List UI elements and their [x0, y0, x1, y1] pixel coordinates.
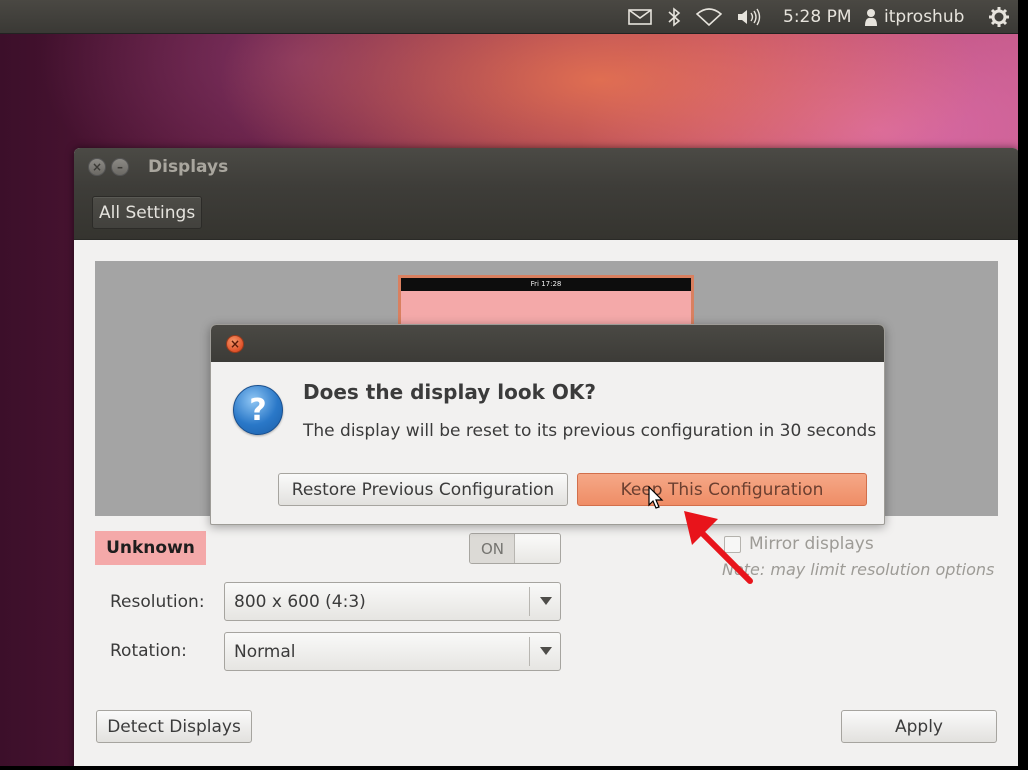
toggle-knob[interactable]: [514, 534, 560, 563]
resolution-value: 800 x 600 (4:3): [234, 591, 366, 612]
user-name: itproshub: [884, 7, 965, 27]
user-icon: [864, 8, 878, 26]
user-menu[interactable]: itproshub: [864, 0, 964, 34]
chevron-down-icon: [540, 597, 552, 605]
minimize-icon[interactable]: –: [111, 158, 129, 176]
rotation-label: Rotation:: [110, 641, 187, 661]
rotation-value: Normal: [234, 641, 296, 662]
question-icon: ?: [233, 385, 283, 435]
restore-previous-configuration-button[interactable]: Restore Previous Configuration: [278, 473, 568, 506]
mail-icon[interactable]: [628, 0, 652, 34]
mouse-cursor-icon: [648, 485, 664, 514]
combo-separator: [529, 587, 530, 616]
toggle-label: ON: [470, 534, 515, 563]
window-titlebar[interactable]: × – Displays: [74, 148, 1019, 186]
volume-icon[interactable]: [736, 0, 762, 34]
keep-this-configuration-button[interactable]: Keep This Configuration: [577, 473, 867, 506]
confirm-display-dialog: × ? Does the display look OK? The displa…: [210, 324, 885, 525]
resolution-label: Resolution:: [110, 592, 205, 612]
dialog-message: The display will be reset to its previou…: [303, 421, 877, 441]
clock[interactable]: 5:28 PM: [783, 0, 852, 34]
mirror-note: Note: may limit resolution options: [722, 560, 995, 579]
dialog-titlebar[interactable]: ×: [211, 325, 884, 362]
all-settings-button[interactable]: All Settings: [92, 196, 203, 229]
output-name-label: Unknown: [95, 531, 206, 565]
close-icon[interactable]: ×: [226, 335, 244, 353]
annotation-arrow-icon: [678, 505, 758, 591]
monitor-clock: Fri 17:28: [401, 278, 691, 291]
resolution-select[interactable]: 800 x 600 (4:3): [224, 582, 561, 621]
dialog-heading: Does the display look OK?: [303, 380, 596, 404]
combo-separator: [529, 637, 530, 666]
chevron-down-icon: [540, 647, 552, 655]
top-panel: 5:28 PM itproshub: [0, 0, 1018, 34]
gear-icon[interactable]: [988, 0, 1010, 34]
wifi-icon[interactable]: [696, 0, 722, 34]
close-icon[interactable]: ×: [88, 158, 106, 176]
desktop: 5:28 PM itproshub × – Displays All Setti…: [0, 0, 1028, 770]
bluetooth-icon[interactable]: [667, 0, 681, 34]
display-on-toggle[interactable]: ON: [469, 533, 561, 564]
rotation-select[interactable]: Normal: [224, 632, 561, 671]
detect-displays-button[interactable]: Detect Displays: [96, 710, 252, 743]
mirror-label: Mirror displays: [749, 534, 874, 554]
window-title: Displays: [148, 157, 229, 177]
apply-button[interactable]: Apply: [841, 710, 997, 743]
window-toolbar: All Settings: [74, 186, 1019, 240]
